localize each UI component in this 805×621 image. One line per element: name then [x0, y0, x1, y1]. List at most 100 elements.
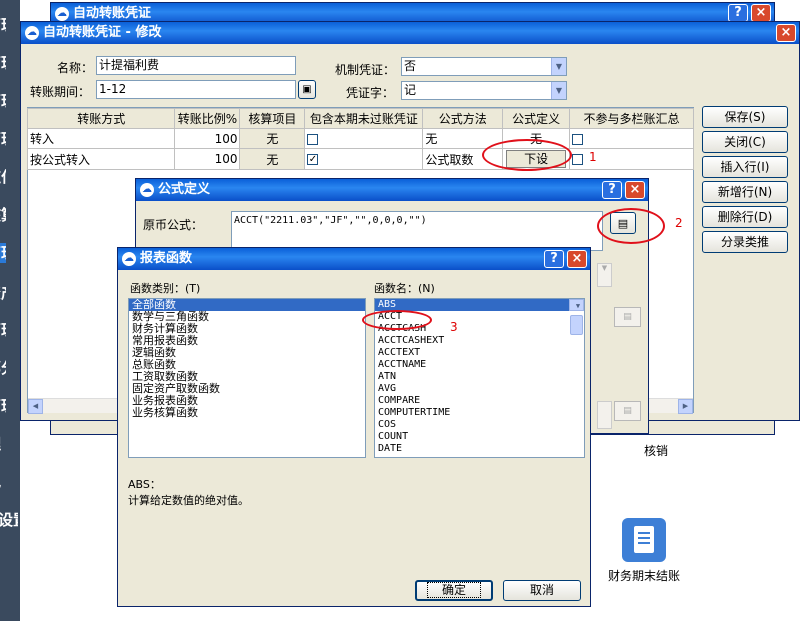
- list-item[interactable]: COUNT: [375, 431, 584, 443]
- list-item[interactable]: COMPUTERTIME: [375, 407, 584, 419]
- scroll-thumb[interactable]: [570, 315, 583, 335]
- close-button[interactable]: ×: [567, 250, 587, 268]
- category-list[interactable]: 全部函数 数学与三角函数 财务计算函数 常用报表函数 逻辑函数 总账函数 工资取…: [128, 298, 366, 458]
- annotation-number: 2: [675, 216, 683, 230]
- cancel-button[interactable]: 取消: [503, 580, 581, 601]
- include-checkbox[interactable]: [307, 133, 319, 145]
- list-item[interactable]: ACCTCASHEXT: [375, 335, 584, 347]
- annotation-number: 3: [450, 320, 458, 334]
- source-formula-input[interactable]: ACCT("2211.03","JF","",0,0,0,""): [231, 211, 603, 251]
- voucher-label: 凭证字：: [346, 86, 395, 100]
- table-header: 转账方式 转账比例% 核算项目 包含本期未过账凭证 公式方法 公式定义 不参与多…: [26, 108, 694, 129]
- description-area: ABS： 计算给定数值的绝对值。: [128, 476, 583, 556]
- formula-scroll-2[interactable]: [597, 401, 612, 429]
- close-button[interactable]: ×: [625, 181, 645, 199]
- period-picker-button[interactable]: ▣: [298, 80, 316, 99]
- list-item[interactable]: COS: [375, 419, 584, 431]
- machine-label: 机制凭证：: [335, 63, 396, 77]
- calendar-icon: ▣: [302, 84, 312, 95]
- cell-ratio[interactable]: 100: [174, 148, 241, 170]
- period-close-label: 财务期末结账: [608, 569, 681, 583]
- voucher-select[interactable]: 记 ▼: [401, 81, 567, 100]
- help-button[interactable]: ?: [728, 4, 748, 22]
- sidebar-item[interactable]: 核算: [0, 205, 6, 225]
- annotation-number: 1: [589, 150, 597, 164]
- name-label: 名称：: [57, 61, 94, 75]
- table-row[interactable]: 转入 100 无 无 无: [26, 128, 694, 149]
- close-button-2[interactable]: 关闭(C): [702, 131, 788, 153]
- insert-row-button[interactable]: 插入行(I): [702, 156, 788, 178]
- sidebar-item[interactable]: 资产: [0, 283, 6, 303]
- entry-analogy-button[interactable]: 分录类推: [702, 231, 788, 253]
- cell-method[interactable]: 转入: [26, 128, 176, 149]
- functions-window: ☁ 报表函数 ? × 函数类别：(T) 函数名：(N) 全部函数 数学与三角函数…: [117, 247, 591, 607]
- cell-item[interactable]: 无: [239, 148, 306, 170]
- sidebar-item[interactable]: 部分: [0, 358, 6, 378]
- formula-window-title: 公式定义: [158, 182, 211, 197]
- col-header: 公式方法: [422, 108, 504, 129]
- cell-ratio[interactable]: 100: [174, 128, 241, 149]
- add-row-button[interactable]: 新增行(N): [702, 181, 788, 203]
- close-button[interactable]: ×: [751, 4, 771, 22]
- writeoff-label: 核销: [644, 444, 669, 458]
- list-item[interactable]: COMPARE: [375, 395, 584, 407]
- sidebar-item-active[interactable]: 管理: [0, 243, 6, 263]
- help-button[interactable]: ?: [544, 250, 564, 268]
- machine-select[interactable]: 否 ▼: [401, 57, 567, 76]
- list-item[interactable]: ACCTNAME: [375, 359, 584, 371]
- list-item[interactable]: ATN: [375, 371, 584, 383]
- desktop-icon-period-close[interactable]: 财务期末结账: [600, 515, 690, 585]
- list-item[interactable]: ABS: [375, 299, 584, 311]
- sidebar-item[interactable]: 管理: [0, 53, 6, 73]
- scroll-down-icon[interactable]: ▼: [569, 299, 584, 311]
- sidebar-item[interactable]: 理: [0, 434, 6, 454]
- cell-exclude[interactable]: [569, 128, 694, 149]
- annotation-circle: [597, 208, 665, 244]
- list-item[interactable]: DATE: [375, 443, 584, 455]
- sidebar-item[interactable]: 管理: [0, 129, 6, 149]
- cell-method[interactable]: 按公式转入: [26, 148, 176, 170]
- include-checkbox[interactable]: ✓: [307, 154, 319, 165]
- name-input[interactable]: 计提福利费: [96, 56, 296, 75]
- chevron-down-icon[interactable]: ▼: [551, 82, 566, 99]
- exclude-checkbox[interactable]: [572, 133, 584, 145]
- cell-include[interactable]: ✓: [304, 148, 424, 170]
- sidebar-item[interactable]: 记: [0, 472, 6, 492]
- cell-item[interactable]: 无: [239, 128, 306, 149]
- main-window-title: 自动转账凭证 - 修改: [43, 25, 162, 40]
- col-header: 转账比例%: [174, 108, 241, 129]
- scroll-right-icon[interactable]: ▶: [678, 399, 693, 414]
- voucher-value: 记: [404, 83, 417, 97]
- notebook-icon: [622, 518, 666, 562]
- ok-button[interactable]: 确定: [415, 580, 493, 601]
- help-button[interactable]: ?: [602, 181, 622, 199]
- list-item[interactable]: AVG: [375, 383, 584, 395]
- chevron-down-icon[interactable]: ▼: [551, 58, 566, 75]
- cell-include[interactable]: [304, 128, 424, 149]
- app-icon: ☁: [122, 252, 136, 266]
- source-formula-label: 原币公式：: [143, 218, 204, 232]
- list-item[interactable]: 业务核算函数: [129, 407, 365, 419]
- sidebar-item[interactable]: 设置: [0, 510, 18, 530]
- annotation-circle: [482, 139, 572, 171]
- close-button[interactable]: ×: [776, 24, 796, 42]
- list-item[interactable]: ACCTEXT: [375, 347, 584, 359]
- category-label: 函数类别：(T): [130, 282, 201, 295]
- scroll-left-icon[interactable]: ◀: [28, 399, 43, 414]
- machine-value: 否: [404, 59, 417, 73]
- formula-wizard-ghost: ▤: [614, 307, 641, 327]
- sidebar-item[interactable]: 管理: [0, 320, 6, 340]
- save-button[interactable]: 保存(S): [702, 106, 788, 128]
- formula-scroll-1[interactable]: ▼: [597, 263, 612, 287]
- desktop-icon-writeoff[interactable]: 核销: [640, 440, 680, 460]
- function-list-scrollbar[interactable]: ▲ ▼: [569, 299, 584, 335]
- back-window-title: 自动转账凭证: [73, 6, 152, 21]
- sidebar-item[interactable]: 管理: [0, 91, 6, 111]
- exclude-checkbox[interactable]: [572, 154, 584, 165]
- annotation-circle: [362, 310, 432, 330]
- sidebar-item[interactable]: 管理: [0, 15, 6, 35]
- delete-row-button[interactable]: 删除行(D): [702, 206, 788, 228]
- sidebar-item[interactable]: 管理: [0, 396, 6, 416]
- sidebar-item[interactable]: 应付: [0, 167, 6, 187]
- period-input[interactable]: 1-12: [96, 80, 296, 99]
